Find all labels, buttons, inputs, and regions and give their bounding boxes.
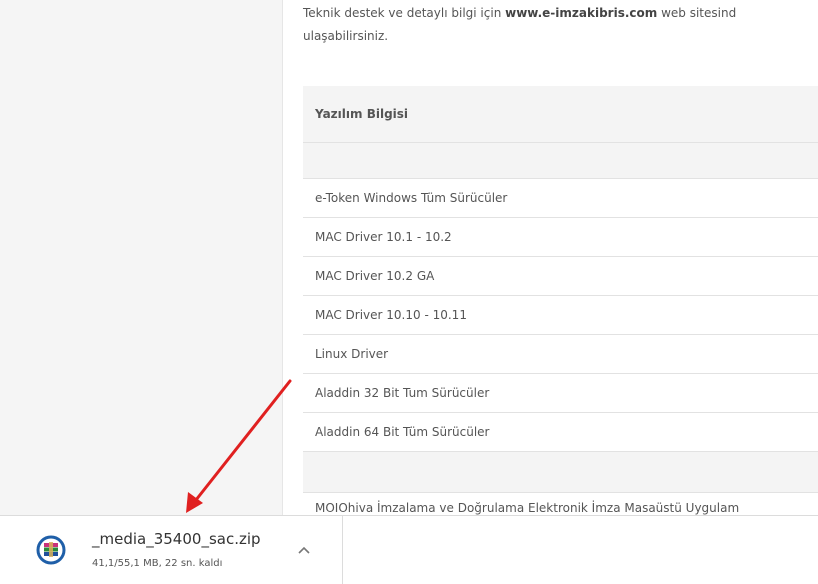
download-filename: _media_35400_sac.zip xyxy=(92,530,261,548)
table-row[interactable]: MAC Driver 10.1 - 10.2 xyxy=(303,218,818,257)
winrar-archive-icon xyxy=(36,535,66,565)
row-label: Aladdin 64 Bit Tüm Sürücüler xyxy=(315,425,490,439)
intro-line2: ulaşabilirsiniz. xyxy=(303,29,389,43)
row-label: MAC Driver 10.2 GA xyxy=(315,269,435,283)
table-row[interactable]: Aladdin 64 Bit Tüm Sürücüler xyxy=(303,413,818,452)
table-section-gap xyxy=(303,452,818,493)
download-shelf: _media_35400_sac.zip 41,1/55,1 MB, 22 sn… xyxy=(0,515,818,584)
left-gutter xyxy=(0,0,283,515)
table-subheader xyxy=(303,143,818,179)
row-label: Aladdin 32 Bit Tum Sürücüler xyxy=(315,386,490,400)
row-label: Linux Driver xyxy=(315,347,389,361)
table-row[interactable]: Aladdin 32 Bit Tum Sürücüler xyxy=(303,374,818,413)
table-header-label: Yazılım Bilgisi xyxy=(315,107,409,121)
row-label: MAC Driver 10.1 - 10.2 xyxy=(315,230,452,244)
download-item[interactable]: _media_35400_sac.zip 41,1/55,1 MB, 22 sn… xyxy=(0,516,343,584)
main-content: Teknik destek ve detaylı bilgi için www.… xyxy=(283,0,818,515)
table-row[interactable]: Linux Driver xyxy=(303,335,818,374)
software-table: Yazılım Bilgisi e-Token Windows Tüm Sürü… xyxy=(303,86,818,515)
table-header: Yazılım Bilgisi xyxy=(303,86,818,143)
table-row[interactable]: MOIOhiva İmzalama ve Doğrulama Elektroni… xyxy=(303,493,818,515)
chevron-up-icon[interactable] xyxy=(296,542,312,558)
intro-paragraph: Teknik destek ve detaylı bilgi için www.… xyxy=(303,2,818,48)
row-label: e-Token Windows Tüm Sürücüler xyxy=(315,191,508,205)
download-status: 41,1/55,1 MB, 22 sn. kaldı xyxy=(92,558,223,569)
table-row[interactable]: MAC Driver 10.10 - 10.11 xyxy=(303,296,818,335)
support-link[interactable]: www.e-imzakibris.com xyxy=(505,6,657,20)
row-label: MAC Driver 10.10 - 10.11 xyxy=(315,308,467,322)
row-label: MOIOhiva İmzalama ve Doğrulama Elektroni… xyxy=(315,501,740,515)
intro-text-before: Teknik destek ve detaylı bilgi için xyxy=(303,6,506,20)
table-row[interactable]: MAC Driver 10.2 GA xyxy=(303,257,818,296)
table-row[interactable]: e-Token Windows Tüm Sürücüler xyxy=(303,179,818,218)
intro-text-after: web sitesind xyxy=(657,6,737,20)
